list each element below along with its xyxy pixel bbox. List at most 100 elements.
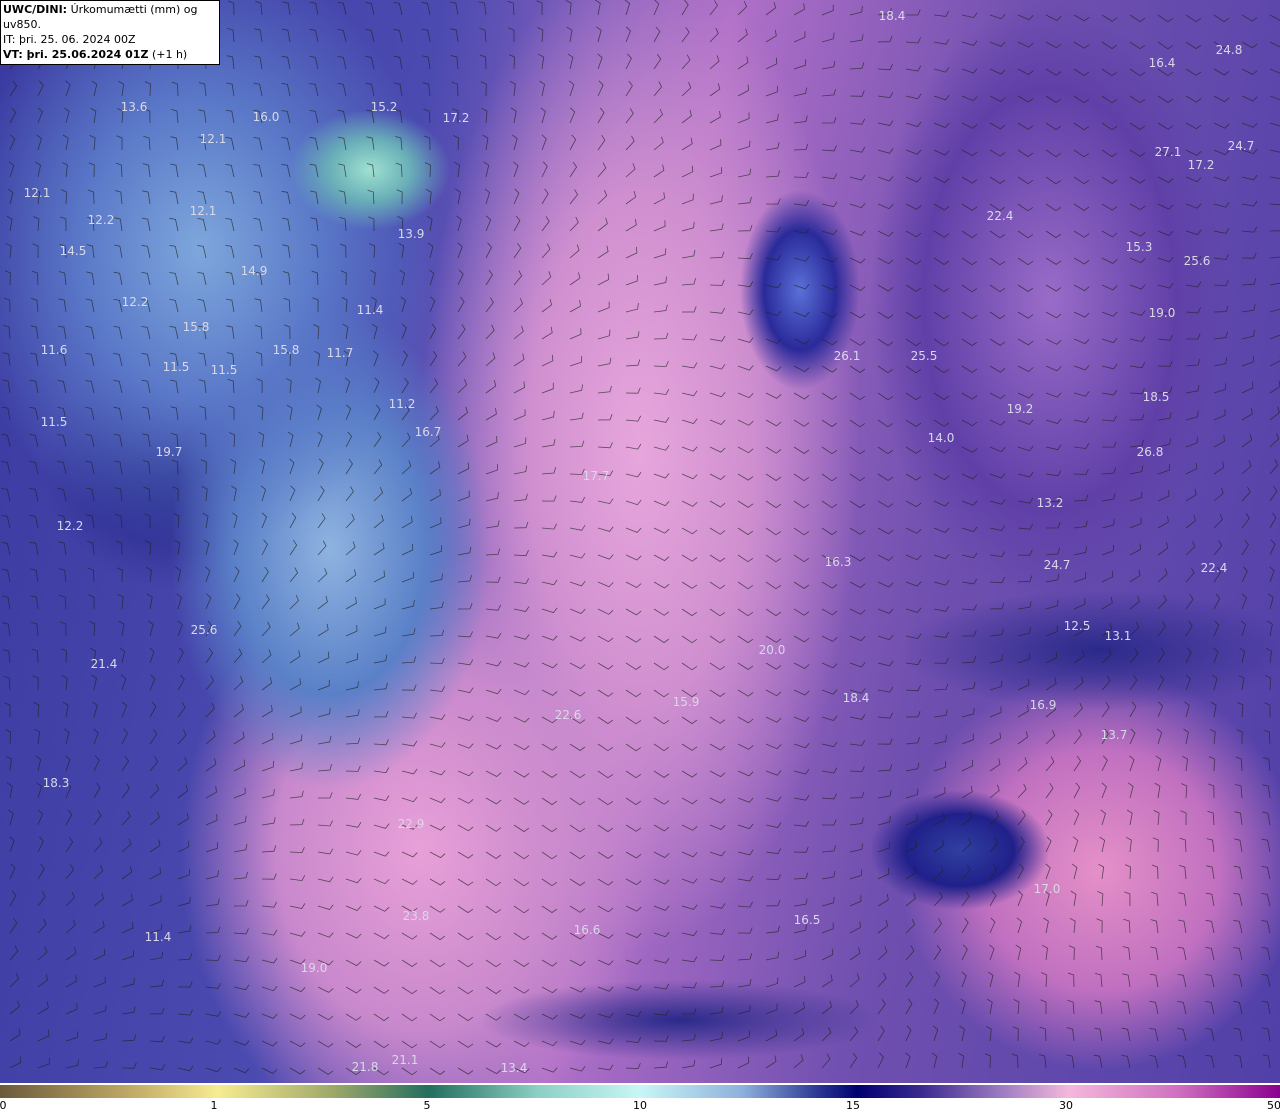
wind-barb (1093, 1054, 1103, 1069)
wind-barb (793, 1002, 805, 1015)
wind-barb (821, 793, 837, 800)
wind-barb (793, 3, 805, 16)
wind-barb (877, 999, 886, 1015)
map-value-label: 22.9 (397, 817, 425, 831)
wind-barb (1098, 863, 1105, 880)
wind-barb (849, 662, 866, 668)
wind-barb (1129, 413, 1145, 421)
wind-barb (653, 608, 670, 616)
wind-barb (1234, 811, 1243, 826)
wind-barb (37, 918, 47, 934)
wind-barb (961, 473, 978, 480)
wind-barb (373, 542, 385, 556)
wind-barb (1101, 755, 1108, 772)
wind-barb (65, 809, 73, 826)
wind-barb (541, 797, 558, 806)
wind-barb (1067, 972, 1075, 988)
wind-barb (737, 28, 748, 43)
wind-barb (339, 216, 347, 232)
map-value-label: 13.4 (500, 1061, 528, 1075)
wind-barb (681, 278, 696, 286)
wind-barb (1241, 226, 1258, 233)
wind-barb (429, 932, 446, 941)
wind-barb (1269, 68, 1280, 74)
wind-barb (282, 244, 291, 259)
wind-barb (227, 0, 235, 16)
wind-barb (281, 55, 291, 70)
wind-barb (905, 866, 917, 880)
wind-barb (597, 743, 614, 752)
wind-barb (317, 458, 324, 475)
wind-barb (429, 545, 443, 556)
wind-barb (317, 651, 330, 664)
wind-barb (1157, 203, 1174, 210)
wind-barb (1097, 891, 1104, 907)
wind-barb (793, 1054, 804, 1069)
wind-barb (513, 215, 521, 232)
wind-barb (737, 953, 753, 961)
wind-barb (513, 381, 526, 394)
wind-barb (1149, 1055, 1159, 1069)
map-value-label: 13.1 (1104, 629, 1132, 643)
wind-barb (961, 604, 977, 611)
wind-barb (58, 541, 67, 556)
wind-barb (93, 755, 100, 772)
wind-barb (177, 1065, 194, 1072)
wind-barb (877, 446, 894, 455)
wind-barb (681, 635, 698, 644)
wind-barb (429, 851, 446, 859)
wind-barb (933, 813, 945, 826)
wind-barb (1101, 544, 1114, 556)
wind-barb (793, 365, 810, 373)
wind-barb (765, 899, 781, 907)
wind-barb (1045, 176, 1062, 185)
wind-barb (37, 973, 49, 988)
wind-barb (625, 471, 642, 478)
wind-barb (653, 108, 663, 124)
wind-barb (905, 659, 922, 666)
wind-barb (1241, 95, 1258, 102)
wind-barb (429, 296, 436, 313)
wind-barb (709, 1058, 723, 1069)
wind-barb (282, 271, 291, 286)
wind-barb (1269, 433, 1280, 448)
wind-barb (569, 496, 586, 503)
wind-barb (1017, 497, 1034, 504)
wind-barb (114, 190, 123, 205)
wind-barb (653, 389, 670, 395)
wind-barb (1017, 365, 1034, 372)
wind-barb (317, 904, 334, 910)
wind-barb (737, 716, 754, 724)
wind-barb (821, 689, 838, 695)
wind-barb (597, 662, 614, 670)
wind-barb (709, 111, 721, 124)
wind-barb (989, 41, 1006, 47)
wind-barb (849, 311, 866, 319)
wind-barb (1129, 728, 1136, 745)
wind-barb (57, 461, 67, 475)
wind-barb (345, 513, 355, 529)
wind-barb (765, 57, 778, 70)
wind-barb (29, 488, 39, 502)
wind-barb (1045, 547, 1060, 556)
wind-barb (32, 243, 39, 259)
wind-barb (933, 605, 950, 612)
map-value-label: 26.8 (1136, 445, 1164, 459)
wind-barb (1070, 890, 1077, 907)
wind-barb (737, 849, 754, 856)
wind-barb (709, 929, 726, 935)
wind-barb (1183, 728, 1189, 745)
wind-barb (821, 608, 838, 616)
wind-barb (58, 568, 67, 583)
wind-barb (1017, 810, 1026, 826)
wind-barb (821, 715, 838, 721)
wind-barb (365, 29, 375, 43)
wind-barb (1213, 279, 1229, 287)
wind-barb (541, 770, 558, 778)
wind-barb (597, 554, 614, 560)
wind-barb (821, 1000, 832, 1015)
wind-barb (205, 1011, 222, 1017)
wind-barb (1185, 203, 1202, 209)
wind-barb (681, 249, 696, 259)
wind-barb (317, 540, 327, 556)
